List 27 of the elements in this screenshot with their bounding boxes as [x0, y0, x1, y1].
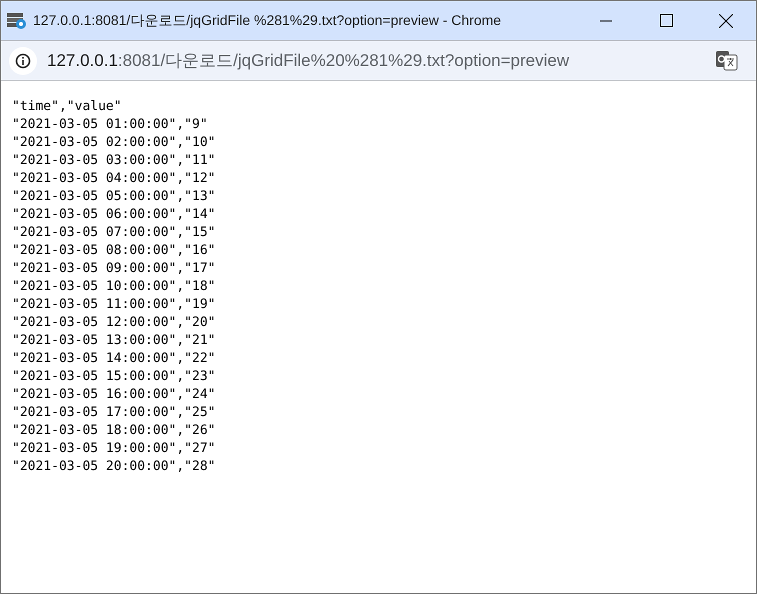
- text-line: "2021-03-05 15:00:00","23": [12, 368, 216, 386]
- text-line: "2021-03-05 17:00:00","25": [12, 404, 216, 422]
- text-line: "2021-03-05 14:00:00","22": [12, 350, 216, 368]
- translate-icon[interactable]: [716, 50, 738, 70]
- text-line: "2021-03-05 20:00:00","28": [12, 458, 216, 476]
- text-line: "2021-03-05 12:00:00","20": [12, 314, 216, 332]
- text-line: "2021-03-05 02:00:00","10": [12, 134, 216, 152]
- server-icon: [7, 12, 27, 30]
- text-line: "2021-03-05 03:00:00","11": [12, 152, 216, 170]
- text-line: "2021-03-05 08:00:00","16": [12, 242, 216, 260]
- text-line: "2021-03-05 13:00:00","21": [12, 332, 216, 350]
- window-title: 127.0.0.1:8081/다운로드/jqGridFile %281%29.txt?option=preview - Chrome: [33, 12, 502, 30]
- text-line: "2021-03-05 07:00:00","15": [12, 224, 216, 242]
- text-line: "2021-03-05 16:00:00","24": [12, 386, 216, 404]
- close-icon[interactable]: [719, 14, 733, 28]
- maximize-icon[interactable]: [660, 14, 672, 27]
- text-line: "2021-03-05 10:00:00","18": [12, 278, 216, 296]
- text-line: "time","value": [12, 98, 122, 116]
- text-line: "2021-03-05 06:00:00","14": [12, 206, 216, 224]
- text-line: "2021-03-05 09:00:00","17": [12, 260, 216, 278]
- text-line: "2021-03-05 18:00:00","26": [12, 422, 216, 440]
- text-line: "2021-03-05 19:00:00","27": [12, 440, 216, 458]
- text-line: "2021-03-05 05:00:00","13": [12, 188, 216, 206]
- text-line: "2021-03-05 11:00:00","19": [12, 296, 216, 314]
- info-icon[interactable]: [9, 46, 37, 74]
- text-line: "2021-03-05 01:00:00","9": [12, 116, 208, 134]
- text-line: "2021-03-05 04:00:00","12": [12, 170, 216, 188]
